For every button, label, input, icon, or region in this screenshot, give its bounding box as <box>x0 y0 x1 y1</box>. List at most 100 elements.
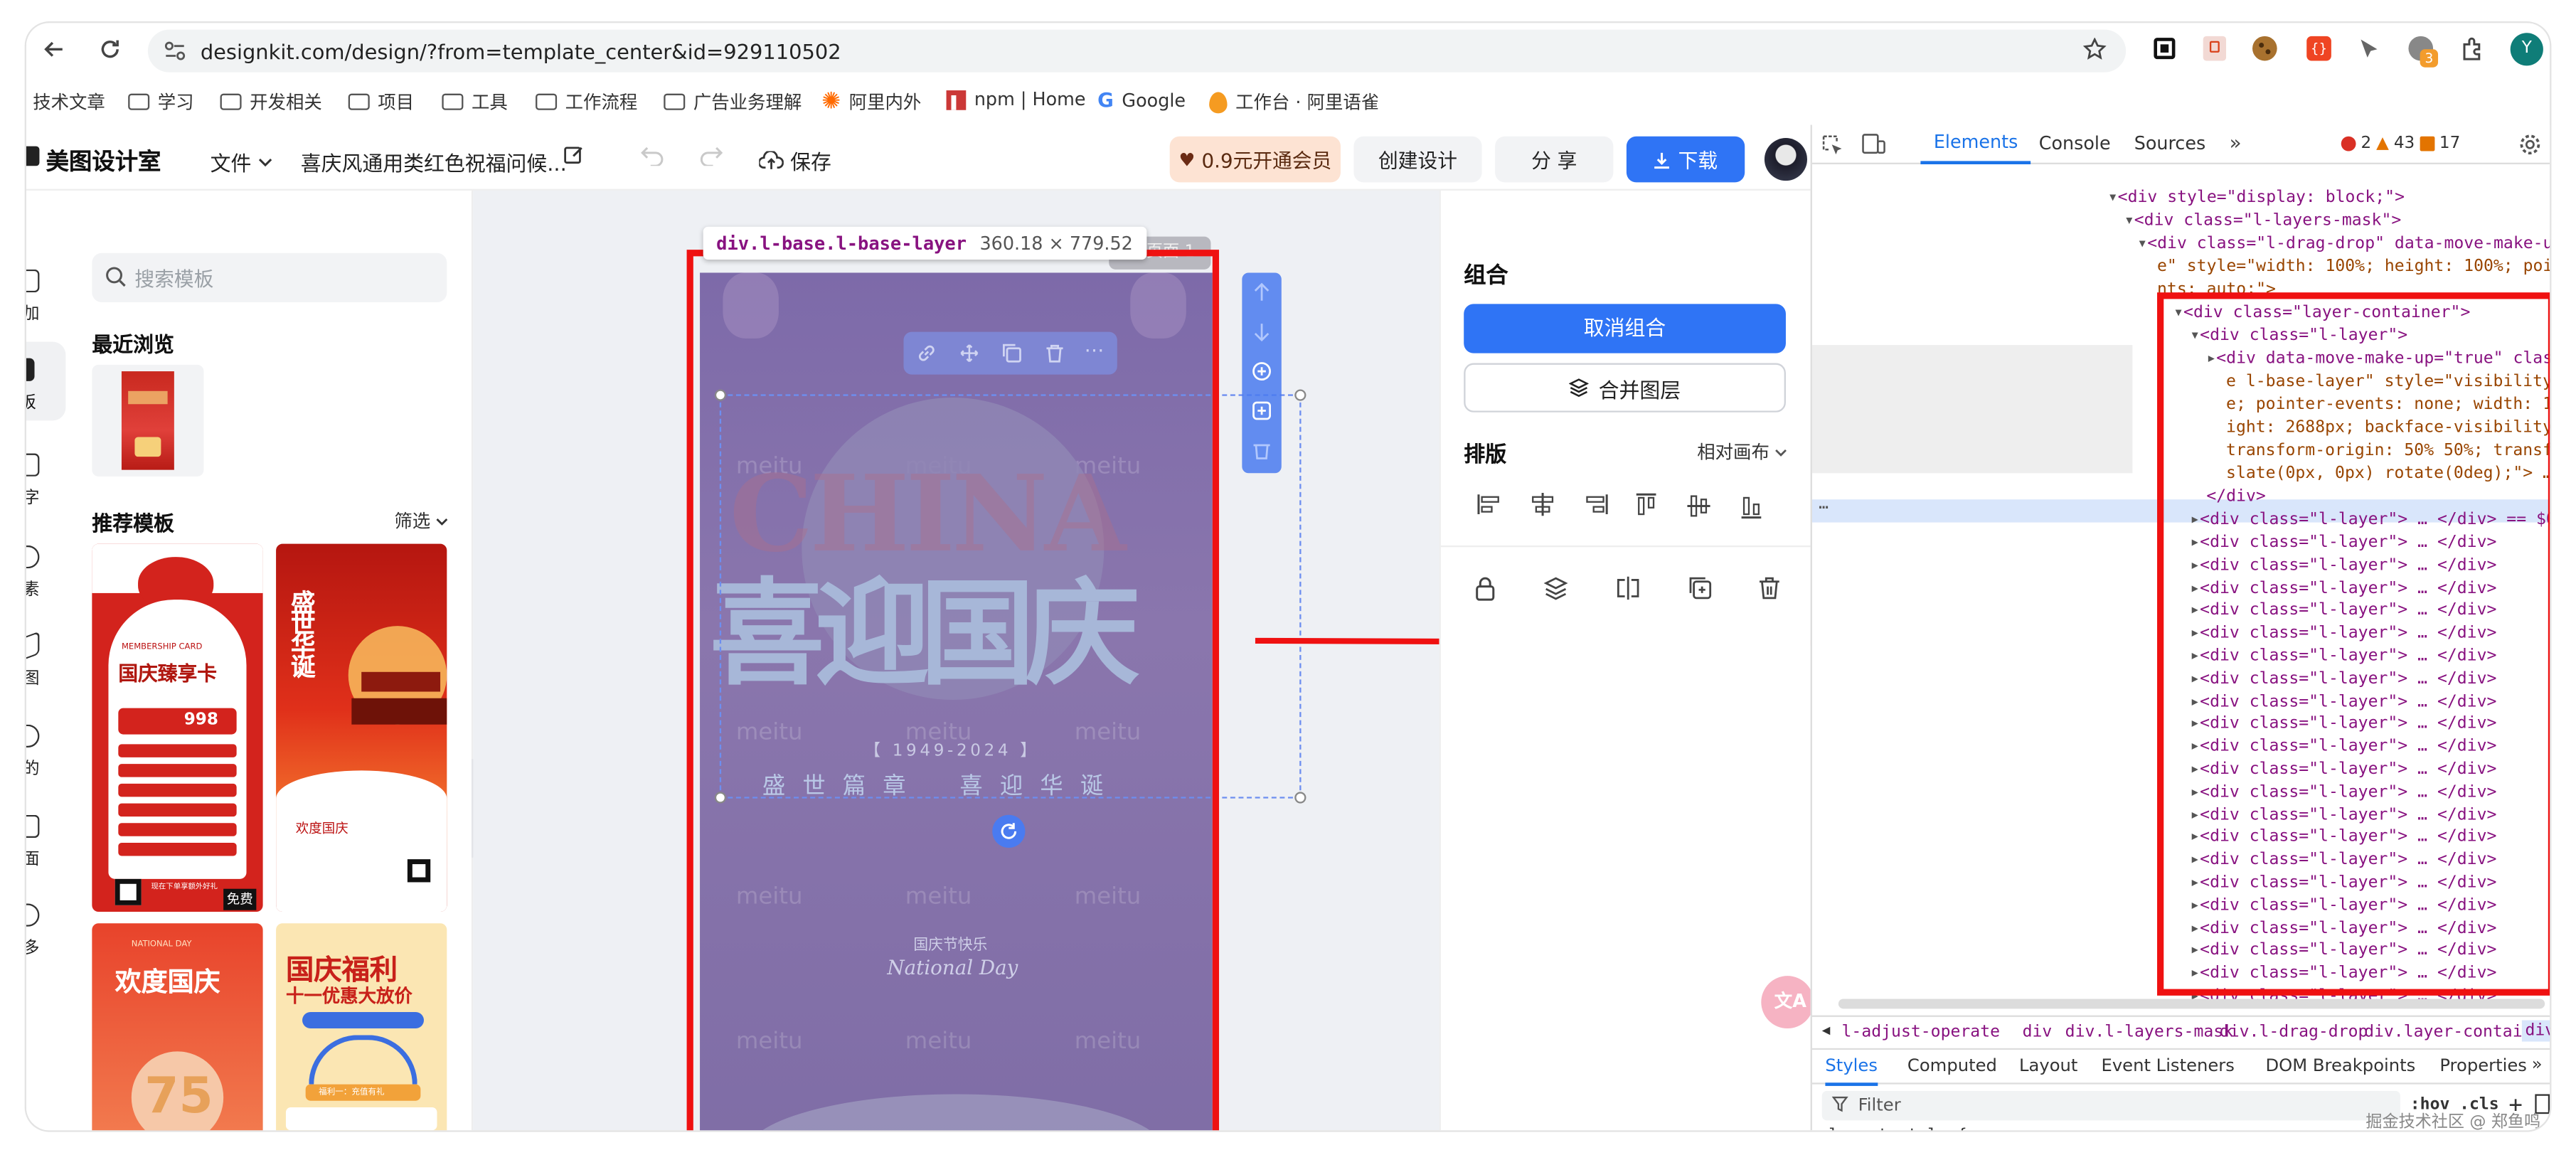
more-subtabs-icon[interactable]: » <box>2532 1055 2543 1075</box>
more-tabs-icon[interactable]: » <box>2230 132 2242 154</box>
dom-line[interactable]: ▾<div style="display: block;"> <box>2108 187 2405 210</box>
flip-icon[interactable] <box>1615 575 1641 602</box>
app-logo[interactable]: 美图设计室 <box>46 144 161 177</box>
bookmark-item[interactable]: 项目 <box>348 89 414 115</box>
device-toolbar-icon[interactable] <box>1861 133 1886 154</box>
file-menu[interactable]: 文件 <box>211 147 273 178</box>
extension-with-badge-icon[interactable]: 3 <box>2408 36 2439 68</box>
add-circle-icon[interactable] <box>1252 361 1272 381</box>
template-search-input[interactable]: 搜索模板 <box>92 252 447 303</box>
json-extension-icon[interactable]: {} <box>2306 36 2331 61</box>
back-arrow-icon[interactable] <box>43 38 65 60</box>
bookmark-item[interactable]: 开发相关 <box>220 89 322 115</box>
dom-horizontal-scrollbar[interactable] <box>1838 999 2545 1009</box>
bookmark-item[interactable]: 广告业务理解 <box>664 89 802 115</box>
qr-code-icon <box>115 878 142 905</box>
bookmark-item[interactable]: 工具 <box>442 89 508 115</box>
document-title[interactable]: 喜庆风通用类红色祝福问候... <box>301 147 567 178</box>
bookmark-star-icon[interactable] <box>2083 38 2107 60</box>
address-bar[interactable]: designkit.com/design/?from=template_cent… <box>147 29 2127 73</box>
layer-order-icon[interactable] <box>1543 575 1569 602</box>
arrow-extension-icon[interactable] <box>2356 36 2383 63</box>
create-design-button[interactable]: 创建设计 <box>1353 136 1482 183</box>
delete-page-icon[interactable] <box>1252 440 1272 460</box>
folder-icon <box>220 93 242 110</box>
trash-icon[interactable] <box>1756 575 1782 602</box>
bookmark-item[interactable]: 技术文章 <box>33 89 105 115</box>
reload-icon[interactable] <box>99 38 122 60</box>
breadcrumb-item-selected[interactable]: div.l-l <box>2521 1020 2550 1042</box>
profile-avatar[interactable]: Y <box>2510 33 2543 66</box>
merge-layers-button[interactable]: 合并图层 <box>1464 363 1786 412</box>
meitu-logo-icon <box>26 146 40 166</box>
site-settings-icon[interactable] <box>164 41 186 61</box>
align-top-icon[interactable] <box>1634 493 1657 519</box>
template-card[interactable]: 国庆福利 十一优惠大放价 福利一：充值有礼 <box>276 923 447 1131</box>
breadcrumb-item[interactable]: l-adjust-operate <box>1842 1023 2001 1041</box>
devtools-tab-sources[interactable]: Sources <box>2134 125 2206 164</box>
redo-icon[interactable] <box>700 147 723 166</box>
align-center-v-icon[interactable] <box>1687 493 1710 519</box>
recent-template-thumb[interactable] <box>92 364 204 477</box>
subtab-layout[interactable]: Layout <box>2019 1056 2077 1076</box>
subtab-event-listeners[interactable]: Event Listeners <box>2101 1056 2234 1076</box>
inspect-element-icon[interactable] <box>1822 134 1843 156</box>
layout-heading: 排版 <box>1464 443 1507 469</box>
move-down-icon[interactable] <box>1252 322 1272 342</box>
relative-canvas-dropdown[interactable]: 相对画布 <box>1697 439 1787 465</box>
template-card[interactable]: 盛世华诞 欢度国庆 <box>276 543 447 912</box>
bookmark-item[interactable]: 学习 <box>128 89 194 115</box>
undo-icon[interactable] <box>641 147 664 166</box>
red-highlight-box <box>2157 292 2550 996</box>
styles-subtabs: Styles Computed Layout Event Listeners D… <box>1811 1048 2550 1086</box>
share-button[interactable]: 分 享 <box>1495 136 1614 183</box>
align-right-icon[interactable] <box>1582 493 1609 516</box>
template-card[interactable]: MEMBERSHIP CARD 国庆臻享卡 998 现在下单享额外好礼 免费 <box>92 543 263 912</box>
lock-icon[interactable] <box>1474 575 1496 602</box>
vip-button[interactable]: ♥ 0.9元开通会员 <box>1169 136 1341 183</box>
subtab-styles[interactable]: Styles <box>1825 1050 1878 1086</box>
move-up-icon[interactable] <box>1252 282 1272 302</box>
copy-page-icon[interactable] <box>1252 401 1272 421</box>
styles-filter-input[interactable]: Filter <box>1821 1090 2400 1121</box>
subtab-dom-breakpoints[interactable]: DOM Breakpoints <box>2265 1056 2415 1076</box>
subtab-properties[interactable]: Properties <box>2439 1056 2527 1076</box>
settings-gear-icon[interactable] <box>2518 133 2541 156</box>
translate-bubble[interactable]: 文A <box>1761 976 1814 1029</box>
translate-icon: 文A <box>1774 990 1806 1012</box>
template-card[interactable]: NATIONAL DAY 欢度国庆 75 <box>92 923 263 1131</box>
dom-line[interactable]: ▾<div class="l-drag-drop" data-move-make… <box>2137 233 2550 256</box>
ungroup-button[interactable]: 取消组合 <box>1464 304 1786 353</box>
dom-line[interactable]: ▾<div class="l-layers-mask"> <box>2124 211 2401 233</box>
bookmark-item[interactable]: 工作流程 <box>536 89 637 115</box>
recent-thumb-image <box>121 371 174 470</box>
breadcrumb-item[interactable]: div.l-drag-drop <box>2220 1023 2368 1041</box>
bookmark-item[interactable]: ✺ 阿里内外 <box>821 89 921 115</box>
devtools-tab-console[interactable]: Console <box>2039 125 2111 164</box>
folder-icon <box>348 93 370 110</box>
rail-item-templates[interactable]: 板 <box>26 341 66 421</box>
duplicate-icon[interactable] <box>1687 575 1713 602</box>
devtools-counters[interactable]: 2 ▲ 43 17 <box>2341 134 2460 153</box>
align-center-h-icon[interactable] <box>1530 493 1556 516</box>
bookmark-item[interactable]: 工作台 · 阿里语雀 <box>1209 89 1379 115</box>
filter-dropdown[interactable]: 筛选 <box>394 508 448 534</box>
breadcrumb-item[interactable]: div <box>2023 1023 2053 1041</box>
align-bottom-icon[interactable] <box>1740 493 1762 519</box>
download-button[interactable]: 下载 <box>1626 136 1745 183</box>
subtab-computed[interactable]: Computed <box>1907 1056 1997 1076</box>
devtools-tab-elements[interactable]: Elements <box>1920 125 2031 164</box>
bookmark-item[interactable]: G Google <box>1097 89 1186 112</box>
breadcrumb-left-icon[interactable]: ◂ <box>1822 1022 1831 1040</box>
user-avatar[interactable] <box>1764 138 1807 181</box>
puzzle-extensions-icon[interactable] <box>2459 36 2486 63</box>
bookmark-item[interactable]: npm | Home <box>946 89 1086 110</box>
edit-title-icon[interactable] <box>563 144 585 166</box>
breadcrumb-item[interactable]: div.l-layers-mask <box>2065 1023 2233 1041</box>
qr-extension-icon[interactable] <box>2154 38 2176 60</box>
pdf-extension-icon[interactable] <box>2203 36 2227 61</box>
cookie-extension-icon[interactable] <box>2252 36 2277 61</box>
align-left-icon[interactable] <box>1477 493 1503 516</box>
save-button[interactable]: 保存 <box>759 144 831 176</box>
add-icon <box>26 269 40 293</box>
